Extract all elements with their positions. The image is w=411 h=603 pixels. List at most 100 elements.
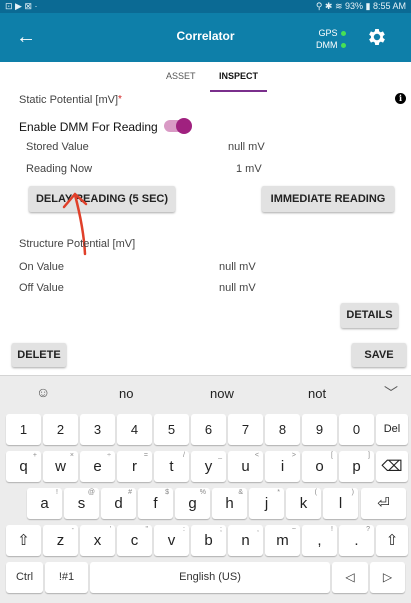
key-0[interactable]: 0 xyxy=(339,414,374,445)
suggestion-3[interactable]: not xyxy=(308,386,326,401)
key-x[interactable]: x ' xyxy=(80,525,115,556)
key-9[interactable]: 9 xyxy=(302,414,337,445)
key-t[interactable]: t / xyxy=(154,451,189,482)
key-alt-char: % xyxy=(199,489,206,496)
backspace-key[interactable]: ⌫ xyxy=(376,451,408,482)
key-y[interactable]: y _ xyxy=(191,451,226,482)
dmm-label: DMM xyxy=(316,40,338,50)
key-alt-char: × xyxy=(69,452,74,459)
app-bar: ← Correlator GPS DMM xyxy=(0,13,411,62)
comma-key[interactable]: ,! xyxy=(302,525,337,556)
shift-key[interactable]: ⇧ xyxy=(6,525,41,556)
toggle-knob xyxy=(176,118,192,134)
tab-bar: ASSET INSPECT xyxy=(0,66,411,92)
key-k[interactable]: k( xyxy=(286,488,321,519)
key-alt-char: , xyxy=(257,526,259,533)
save-button[interactable]: SAVE xyxy=(352,343,406,367)
key-v[interactable]: v: xyxy=(154,525,189,556)
immediate-reading-button[interactable]: IMMEDIATE READING xyxy=(262,186,394,212)
delay-reading-button[interactable]: DELAY READING (5 SEC) xyxy=(29,186,175,212)
key-u[interactable]: u < xyxy=(228,451,263,482)
key-l[interactable]: l) xyxy=(323,488,358,519)
key-q[interactable]: q + xyxy=(6,451,41,482)
cursor-right-key[interactable]: ▷ xyxy=(370,562,405,593)
key-w[interactable]: w × xyxy=(43,451,78,482)
key-alt-char: - xyxy=(71,526,74,533)
info-icon[interactable]: i xyxy=(395,93,406,104)
key-2[interactable]: 2 xyxy=(43,414,78,445)
key-alt-char: + xyxy=(32,452,37,459)
gps-indicator: GPS xyxy=(316,27,346,39)
page-title: Correlator xyxy=(176,29,235,43)
key-f[interactable]: f $ xyxy=(138,488,173,519)
key-alt-char: / xyxy=(183,452,185,459)
reading-now-label: Reading Now xyxy=(26,163,93,175)
key-alt-char: ] xyxy=(368,452,370,459)
key-alt-char: : xyxy=(183,526,185,533)
key-j[interactable]: j * xyxy=(249,488,284,519)
connection-indicators: GPS DMM xyxy=(316,27,346,51)
key-n[interactable]: n, xyxy=(228,525,263,556)
delete-key[interactable]: Del xyxy=(376,414,408,445)
chevron-down-icon[interactable]: ﹀ xyxy=(384,383,398,403)
key-alt-char: & xyxy=(238,489,243,496)
key-alt-char: ) xyxy=(351,489,354,496)
emoji-icon[interactable]: ☺ xyxy=(36,384,50,400)
ctrl-key[interactable]: Ctrl xyxy=(6,562,43,593)
key-1[interactable]: 1 xyxy=(6,414,41,445)
key-alt-char: @ xyxy=(87,489,95,496)
enter-key[interactable]: ⏎ xyxy=(361,488,406,519)
key-p[interactable]: p] xyxy=(339,451,374,482)
stored-value-label: Stored Value xyxy=(26,141,89,153)
key-h[interactable]: h & xyxy=(212,488,247,519)
cursor-left-key[interactable]: ◁ xyxy=(332,562,368,593)
key-alt-char: ? xyxy=(366,526,370,533)
dmm-indicator: DMM xyxy=(316,39,346,51)
period-key[interactable]: .? xyxy=(339,525,374,556)
key-alt-char: = xyxy=(143,452,148,459)
key-r[interactable]: r = xyxy=(117,451,152,482)
static-potential-text: Static Potential [mV] xyxy=(19,94,119,106)
suggestion-1[interactable]: no xyxy=(119,386,133,401)
key-o[interactable]: o[ xyxy=(302,451,337,482)
tab-asset[interactable]: ASSET xyxy=(166,71,196,81)
spacebar-key[interactable]: English (US) xyxy=(90,562,330,593)
tab-inspect[interactable]: INSPECT xyxy=(219,71,258,81)
enable-dmm-toggle[interactable] xyxy=(164,118,192,134)
key-alt-char: < xyxy=(254,452,259,459)
key-3[interactable]: 3 xyxy=(80,414,115,445)
key-g[interactable]: g% xyxy=(175,488,210,519)
key-e[interactable]: e ÷ xyxy=(80,451,115,482)
key-alt-char: [ xyxy=(331,452,333,459)
key-i[interactable]: i > xyxy=(265,451,300,482)
details-button[interactable]: DETAILS xyxy=(341,303,398,328)
key-b[interactable]: b; xyxy=(191,525,226,556)
key-z[interactable]: z- xyxy=(43,525,78,556)
reading-now-value: 1 mV xyxy=(236,163,262,175)
suggestion-2[interactable]: now xyxy=(210,386,234,401)
enable-dmm-label: Enable DMM For Reading xyxy=(19,120,158,134)
key-alt-char: ! xyxy=(331,526,333,533)
active-tab-indicator xyxy=(210,90,267,92)
dmm-status-dot xyxy=(340,43,346,49)
gear-icon[interactable] xyxy=(366,26,388,48)
delete-button[interactable]: DELETE xyxy=(12,343,66,367)
shift-key[interactable]: ⇧ xyxy=(376,525,408,556)
key-s[interactable]: s @ xyxy=(64,488,99,519)
key-4[interactable]: 4 xyxy=(117,414,152,445)
key-alt-char: ; xyxy=(220,526,222,533)
key-8[interactable]: 8 xyxy=(265,414,300,445)
key-6[interactable]: 6 xyxy=(191,414,226,445)
key-5[interactable]: 5 xyxy=(154,414,189,445)
gps-label: GPS xyxy=(318,28,338,38)
key-d[interactable]: d # xyxy=(101,488,136,519)
key-c[interactable]: c " xyxy=(117,525,152,556)
key-alt-char: > xyxy=(291,452,296,459)
off-value-label: Off Value xyxy=(19,282,64,294)
key-7[interactable]: 7 xyxy=(228,414,263,445)
static-potential-label: Static Potential [mV]* xyxy=(19,94,122,106)
symbols-key[interactable]: !#1 xyxy=(45,562,88,593)
key-m[interactable]: m ~ xyxy=(265,525,300,556)
key-alt-char: $ xyxy=(165,489,169,496)
key-a[interactable]: a! xyxy=(27,488,62,519)
